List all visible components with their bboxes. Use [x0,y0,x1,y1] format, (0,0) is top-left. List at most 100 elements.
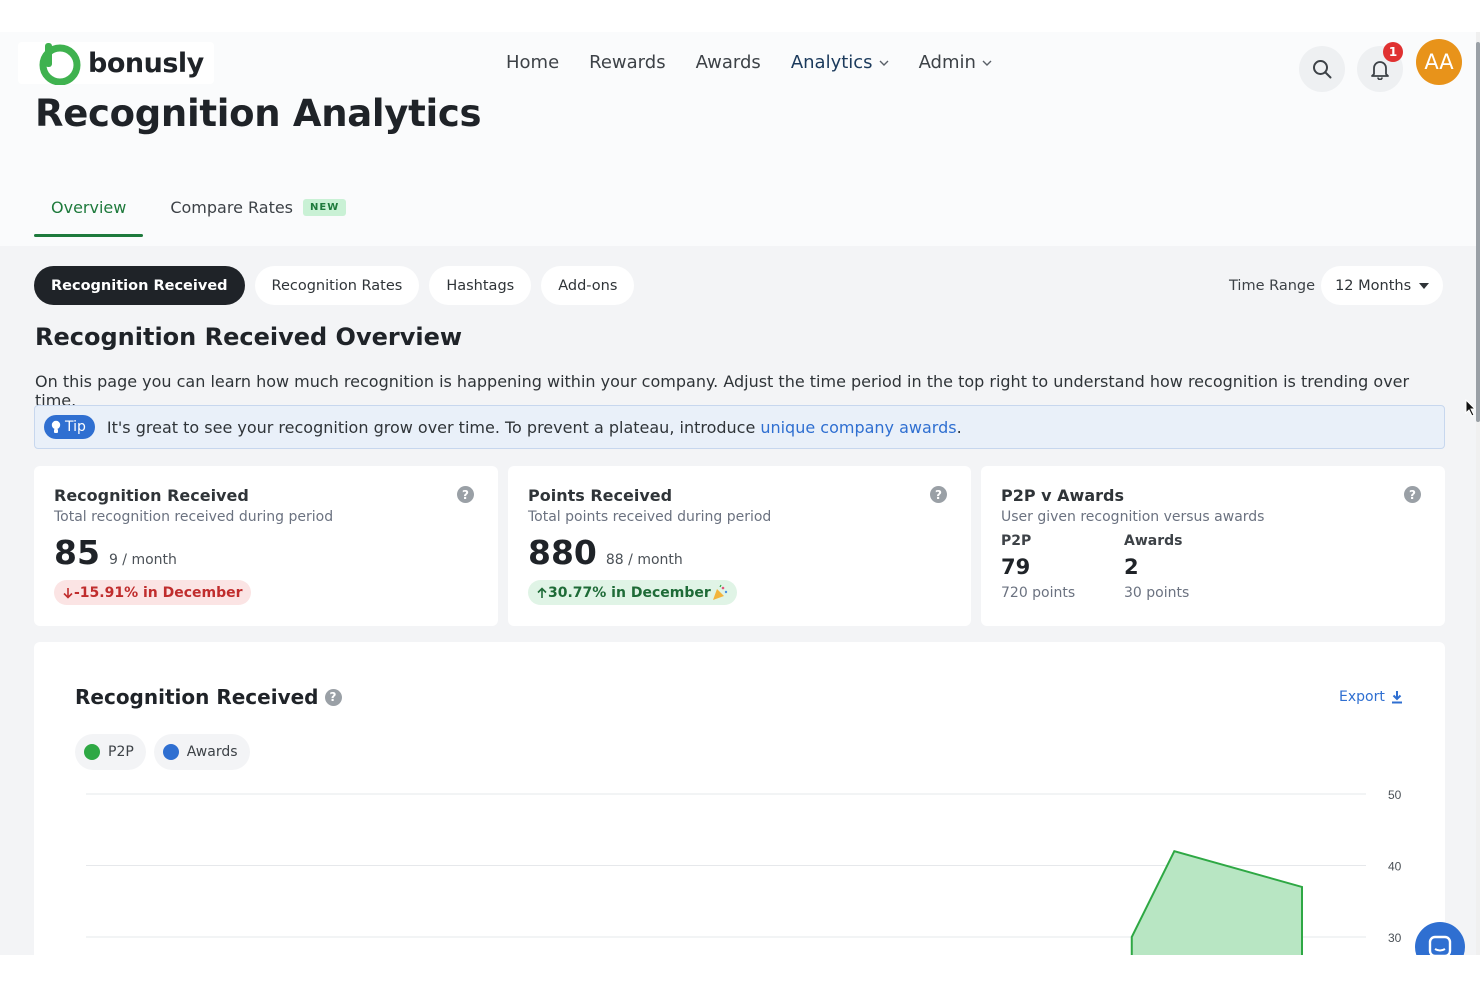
awards-value: 2 [1124,555,1139,579]
tip-banner: Tip It's great to see your recognition g… [34,405,1445,449]
chat-icon [1428,935,1452,955]
notifications-button[interactable]: 1 [1357,42,1403,92]
awards-points: 30 points [1124,585,1190,601]
recognition-chart-card: Recognition Received ? Export P2P Awards… [34,642,1445,955]
legend-p2p[interactable]: P2P [75,734,146,770]
p2p-column: P2P 79 720 points [1001,533,1124,601]
nav-analytics[interactable]: Analytics [791,52,889,73]
help-icon[interactable]: ? [1404,486,1421,503]
recognition-received-card: Recognition Received Total recognition r… [34,466,498,626]
mouse-cursor-icon [1465,399,1476,417]
card-value-row: 880 88 / month [528,533,951,572]
legend-label: Awards [186,744,238,760]
chevron-down-icon [879,60,889,66]
help-icon[interactable]: ? [930,486,947,503]
arrow-down-icon [63,587,73,599]
time-range-value: 12 Months [1335,277,1412,294]
bonusly-logo[interactable]: bonusly [18,42,214,85]
pill-add-ons[interactable]: Add-ons [541,266,635,305]
help-icon[interactable]: ? [457,486,474,503]
tip-badge-label: Tip [65,419,86,435]
p2p-value: 79 [1001,555,1031,579]
tab-overview-label: Overview [51,198,127,217]
scrollbar[interactable] [1476,32,1480,955]
nav-home-label: Home [506,52,560,73]
new-badge: NEW [303,199,347,216]
section-title: Recognition Received Overview [35,323,463,351]
nav-admin[interactable]: Admin [919,52,992,73]
y-tick-label: 30 [1388,931,1402,945]
legend-dot [84,744,100,760]
delta-badge-up: 30.77% in December [528,580,737,605]
legend-awards[interactable]: Awards [153,734,250,770]
tab-compare-rates[interactable]: Compare Rates NEW [153,182,363,237]
arrow-up-icon [537,586,547,598]
help-icon[interactable]: ? [324,688,342,706]
app-frame: bonusly Home Rewards Awards Analytics Ad… [0,32,1476,955]
card-title: Points Received [528,486,673,505]
chevron-down-icon [982,60,992,66]
card-subtitle: User given recognition versus awards [1001,509,1265,525]
nav-awards-label: Awards [695,52,761,73]
time-range: Time Range 12 Months [1229,266,1444,305]
tip-text-body: It's great to see your recognition grow … [106,417,756,437]
delta-badge-down: -15.91% in December [54,580,251,605]
card-value: 85 [54,533,100,572]
legend-dot [162,744,179,760]
avatar[interactable]: AA [1416,39,1462,85]
card-rate: 88 / month [605,552,683,568]
unique-awards-link[interactable]: unique company awards [760,418,956,437]
chart-title-text: Recognition Received [75,685,319,709]
download-icon [1391,691,1402,704]
p2p-area [1131,851,1302,955]
area-chart: 50 40 30 [86,788,1402,955]
nav-rewards-label: Rewards [589,52,666,73]
time-range-label: Time Range [1229,277,1316,294]
page-tabs: Overview Compare Rates NEW [34,182,363,237]
tab-overview[interactable]: Overview [34,182,144,237]
time-range-select[interactable]: 12 Months [1321,266,1444,305]
chart-title: Recognition Received ? [75,685,342,709]
pill-recognition-received[interactable]: Recognition Received [34,266,245,305]
search-icon [1313,60,1332,79]
export-label: Export [1339,689,1385,705]
nav-awards[interactable]: Awards [696,52,761,73]
chart-legend: P2P Awards [75,734,250,770]
nav-home[interactable]: Home [506,52,559,73]
card-value-row: 85 9 / month [54,533,478,572]
p2p-label: P2P [1001,533,1032,549]
y-tick-label: 50 [1388,788,1402,802]
pill-recognition-rates[interactable]: Recognition Rates [254,266,420,305]
tab-compare-rates-label: Compare Rates [170,198,294,217]
card-value: 880 [528,533,597,572]
scrollbar-thumb[interactable] [1476,42,1480,422]
card-title: Recognition Received [54,486,249,505]
search-button[interactable] [1299,46,1345,92]
caret-down-icon [1419,282,1430,289]
export-button[interactable]: Export [1339,689,1403,705]
notification-badge: 1 [1383,42,1403,62]
card-rate: 9 / month [108,552,177,568]
nav-analytics-label: Analytics [790,52,873,73]
lightbulb-icon [51,420,61,433]
stat-cards: Recognition Received Total recognition r… [34,466,1445,626]
tip-text: It's great to see your recognition grow … [107,418,962,437]
pill-hashtags[interactable]: Hashtags [429,266,532,305]
y-tick-label: 40 [1388,860,1402,874]
page-title: Recognition Analytics [35,92,482,135]
p2p-vs-awards-card: P2P v Awards User given recognition vers… [981,466,1445,626]
tip-text-end: . [956,417,962,437]
card-title: P2P v Awards [1001,486,1124,505]
bonusly-logo-icon [39,43,81,85]
brand-name: bonusly [88,47,204,79]
party-popper-icon [712,584,727,600]
card-subtitle: Total recognition received during period [54,509,334,525]
awards-column: Awards 2 30 points [1124,533,1247,601]
p2p-points: 720 points [1001,585,1076,601]
nav-rewards[interactable]: Rewards [589,52,665,73]
legend-label: P2P [108,744,134,760]
delta-text: 30.77% in December [548,584,711,601]
nav-admin-label: Admin [918,52,976,73]
tip-badge: Tip [44,415,95,439]
card-subtitle: Total points received during period [528,509,772,525]
